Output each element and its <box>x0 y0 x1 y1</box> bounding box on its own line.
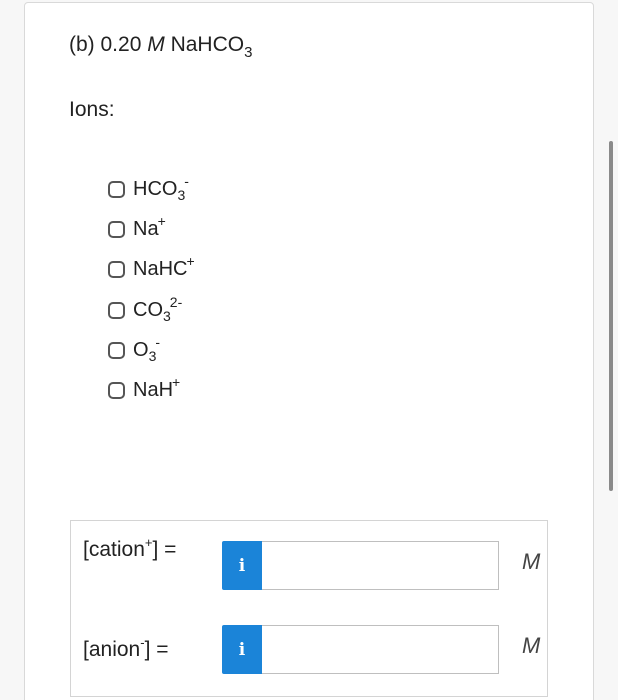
compound-main: NaHCO <box>170 33 245 56</box>
option-hco3[interactable]: HCO3- <box>108 174 189 204</box>
option-main: CO <box>133 298 163 321</box>
checkbox[interactable] <box>108 180 125 198</box>
option-sup: - <box>184 172 189 189</box>
compound-formula: NaHCO3 <box>170 33 253 60</box>
cation-label-text: [cation <box>83 538 145 561</box>
scrollbar[interactable] <box>609 141 613 491</box>
cation-input[interactable] <box>262 541 499 590</box>
checkbox[interactable] <box>108 381 125 399</box>
option-label: NaH+ <box>133 375 180 402</box>
option-co3[interactable]: CO32- <box>108 295 182 325</box>
option-main: HCO <box>133 177 178 200</box>
option-nah[interactable]: NaH+ <box>108 375 180 405</box>
option-sup: + <box>186 252 195 269</box>
cation-unit: M <box>522 549 541 574</box>
checkbox[interactable] <box>108 260 125 278</box>
anion-input[interactable] <box>262 625 499 674</box>
info-icon[interactable]: i <box>222 625 262 674</box>
compound-subscript: 3 <box>244 44 253 61</box>
option-main: O <box>133 338 149 361</box>
cation-label-end: ] = <box>152 538 177 561</box>
option-main: NaHC <box>133 257 188 280</box>
option-sup: - <box>155 333 161 350</box>
option-main: NaH <box>133 378 174 401</box>
option-label: Na+ <box>133 214 166 241</box>
anion-label-end: ] = <box>144 638 169 661</box>
question-title: (b) 0.20 M NaHCO3 <box>69 30 252 60</box>
option-label: O3- <box>133 335 160 363</box>
ions-heading: Ions: <box>69 98 115 121</box>
anion-unit: M <box>522 633 541 658</box>
option-label: NaHC+ <box>133 254 195 281</box>
question-prefix: (b) 0.20 <box>69 33 142 56</box>
checkbox[interactable] <box>108 341 125 359</box>
checkbox[interactable] <box>108 301 125 319</box>
page: (b) 0.20 M NaHCO3 Ions: HCO3- Na+ NaHC+ … <box>0 0 618 700</box>
molar-symbol: M <box>147 33 165 56</box>
option-sup: + <box>157 212 166 229</box>
option-nahc[interactable]: NaHC+ <box>108 254 195 284</box>
option-main: Na <box>133 217 159 240</box>
cation-label: [cation+] = <box>83 536 176 564</box>
option-label: HCO3- <box>133 174 189 202</box>
option-sup: 2- <box>169 293 183 310</box>
anion-label-text: [anion <box>83 638 141 661</box>
option-o3[interactable]: O3- <box>108 335 160 365</box>
option-label: CO32- <box>133 295 182 323</box>
option-sup: + <box>172 373 181 390</box>
info-icon[interactable]: i <box>222 541 262 590</box>
checkbox[interactable] <box>108 220 125 238</box>
anion-label: [anion-] = <box>83 636 169 664</box>
option-na[interactable]: Na+ <box>108 214 166 244</box>
